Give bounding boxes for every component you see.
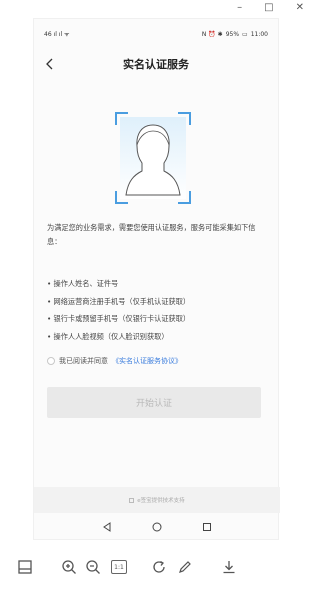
edit-pencil-icon[interactable] — [176, 558, 194, 576]
minimize-button[interactable]: – — [237, 2, 242, 13]
phone-screen: 46 ıl ıl ᯤ N ⏰ ✱ 95% ▭ 11:00 实名认证服务 为满足您… — [33, 18, 280, 541]
status-indicators: N ⏰ ✱ — [201, 30, 223, 38]
nav-bar: 实名认证服务 — [34, 49, 278, 79]
tech-support-text: e签宝提供技术支持 — [137, 498, 185, 504]
status-bar: 46 ıl ıl ᯤ N ⏰ ✱ 95% ▭ 11:00 — [34, 19, 278, 49]
start-verification-button[interactable]: 开始认证 — [47, 387, 261, 418]
page-title: 实名认证服务 — [123, 58, 189, 71]
list-item: • 操作人人脸视频（仅人脸识别获取） — [47, 331, 169, 341]
system-navigation — [34, 513, 280, 541]
maximize-button[interactable]: □ — [264, 2, 273, 13]
home-circle-icon[interactable] — [152, 522, 162, 532]
zoom-in-icon[interactable] — [60, 558, 78, 576]
list-item: • 银行卡或预留手机号（仅银行卡认证获取） — [47, 314, 191, 323]
viewer-toolbar: 1:1 — [0, 552, 312, 582]
recents-square-icon[interactable] — [202, 522, 212, 532]
zoom-out-icon[interactable] — [84, 558, 102, 576]
close-button[interactable]: ✕ — [296, 2, 304, 13]
battery-icon: ▭ — [242, 30, 248, 38]
agreement-row: 我已阅读并同意 《实名认证服务协议》 — [47, 356, 182, 366]
tech-support-footer: e签宝提供技术支持 — [34, 487, 280, 513]
service-description: 为满足您的业务需求，需要您使用认证服务，服务可能采集如下信息： — [47, 223, 256, 246]
signal-icon: 46 ıl ıl ᯤ — [44, 31, 70, 38]
agree-checkbox[interactable] — [47, 357, 55, 365]
rotate-icon[interactable] — [150, 558, 168, 576]
save-icon[interactable] — [16, 558, 34, 576]
agreement-link[interactable]: 《实名认证服务协议》 — [112, 356, 182, 366]
battery-level: 95% — [225, 30, 240, 38]
actual-size-icon[interactable]: 1:1 — [110, 558, 128, 576]
info-list: • 操作人姓名、证件号 • 网络运营商注册手机号（仅手机认证获取） • 银行卡或… — [47, 275, 269, 345]
viewer-window-controls: – □ ✕ — [0, 0, 312, 14]
face-scan-icon — [115, 112, 191, 204]
back-arrow-icon[interactable] — [44, 58, 56, 70]
download-icon[interactable] — [220, 558, 238, 576]
clock: 11:00 — [250, 30, 268, 38]
back-triangle-icon[interactable] — [102, 522, 112, 532]
provider-logo-icon — [129, 497, 135, 503]
list-item: • 操作人姓名、证件号 — [47, 279, 119, 288]
list-item: • 网络运营商注册手机号（仅手机认证获取） — [47, 296, 191, 306]
agree-text: 我已阅读并同意 — [59, 357, 108, 365]
